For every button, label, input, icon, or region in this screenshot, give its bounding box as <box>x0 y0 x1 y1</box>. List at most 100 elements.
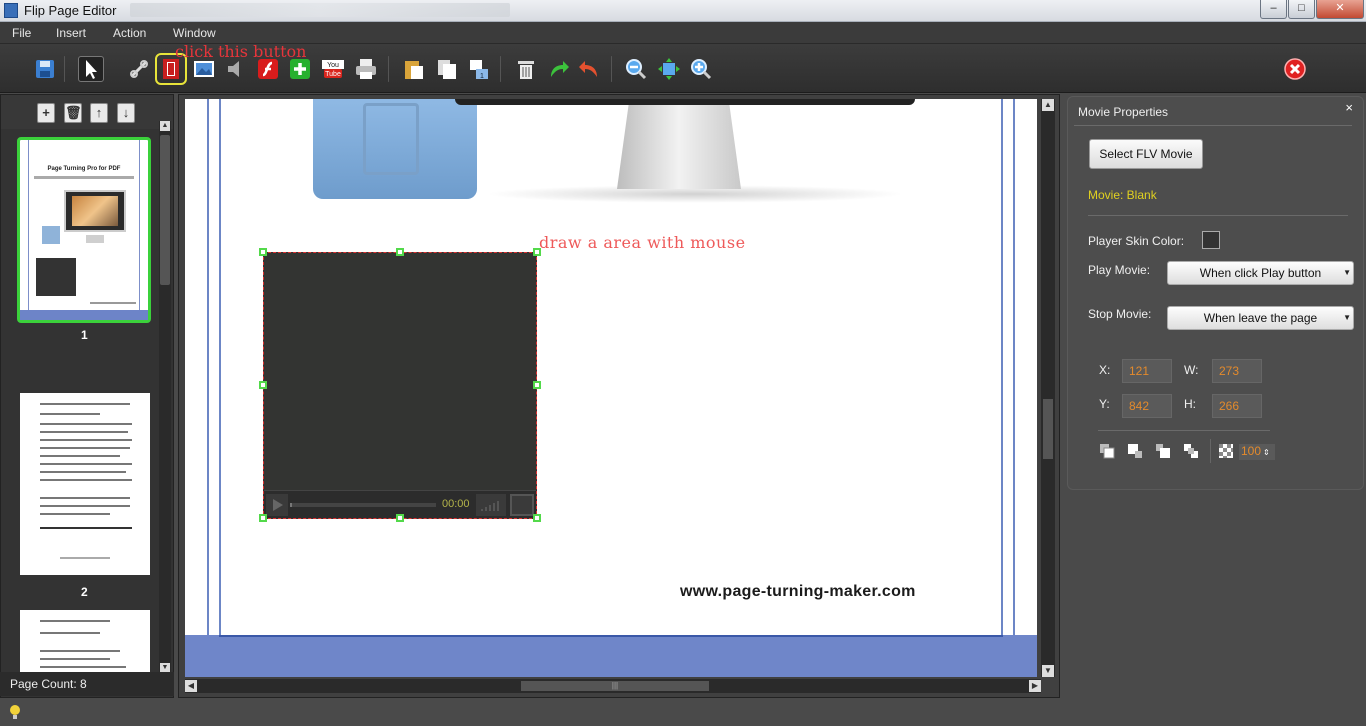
close-panel-icon[interactable]: × <box>1345 100 1353 115</box>
menu-file[interactable]: File <box>12 26 31 40</box>
thumb-text-line <box>40 479 132 481</box>
resize-handle-se[interactable] <box>533 514 541 522</box>
movie-properties-panel: Movie Properties × Select FLV Movie Movi… <box>1067 96 1364 490</box>
thumb-text-line <box>40 620 110 622</box>
movie-name: Movie: Blank <box>1088 188 1157 202</box>
w-field[interactable]: 273 <box>1212 359 1262 383</box>
play-movie-label: Play Movie: <box>1088 263 1151 277</box>
canvas-vertical-scrollbar[interactable]: ▲ ▼ <box>1041 99 1055 677</box>
fullscreen-icon[interactable] <box>510 494 534 516</box>
close-editor-icon[interactable] <box>1283 57 1307 81</box>
thumb-rule <box>40 527 132 529</box>
thumb-adobe-box <box>42 226 60 244</box>
thumb-text-line <box>60 557 110 559</box>
w-label: W: <box>1184 363 1199 377</box>
resize-handle-w[interactable] <box>259 381 267 389</box>
player-skin-color-swatch[interactable] <box>1202 231 1220 249</box>
scroll-up-arrow[interactable]: ▲ <box>1042 99 1054 111</box>
document-icon <box>363 103 419 175</box>
resize-handle-ne[interactable] <box>533 248 541 256</box>
zoom-out-icon[interactable] <box>624 57 648 81</box>
add-page-button[interactable]: + <box>37 103 55 123</box>
thumbnail-scrollbar[interactable]: ▲ ▼ <box>159 121 171 673</box>
scroll-up-arrow[interactable]: ▲ <box>160 121 170 131</box>
adobe-pdf-box-image[interactable] <box>313 99 477 199</box>
page-editor[interactable]: draw a area with mouse 00:00 www.page-tu… <box>185 99 1037 677</box>
menu-action[interactable]: Action <box>113 26 146 40</box>
scroll-right-arrow[interactable]: ▶ <box>1029 680 1041 692</box>
progress-track[interactable] <box>290 503 436 507</box>
send-backward-icon[interactable] <box>1155 443 1171 459</box>
thumbnail-list: Page Turning Pro for PDF 1 2 <box>3 129 159 674</box>
bring-to-front-icon[interactable] <box>1099 443 1115 459</box>
x-field[interactable]: 121 <box>1122 359 1172 383</box>
zoom-in-icon[interactable] <box>689 57 713 81</box>
menu-insert[interactable]: Insert <box>56 26 86 40</box>
scroll-left-arrow[interactable]: ◀ <box>185 680 197 692</box>
resize-handle-n[interactable] <box>396 248 404 256</box>
link-icon[interactable] <box>127 57 151 81</box>
y-label: Y: <box>1099 397 1110 411</box>
movie-player-area[interactable]: 00:00 <box>263 252 537 519</box>
thumb-text-line <box>40 439 132 441</box>
delete-icon[interactable] <box>514 57 538 81</box>
page-rule-right-inner <box>1001 99 1003 637</box>
resize-handle-e[interactable] <box>533 381 541 389</box>
lightbulb-icon[interactable] <box>8 704 22 722</box>
print-icon[interactable] <box>354 57 378 81</box>
minimize-button[interactable]: – <box>1260 0 1287 19</box>
chevron-down-icon: ▼ <box>1343 268 1351 277</box>
stop-movie-label: Stop Movie: <box>1088 307 1152 321</box>
paste-icon[interactable] <box>402 57 426 81</box>
thumb-text-line <box>40 513 110 515</box>
page-thumbnail-3[interactable] <box>20 610 150 674</box>
bring-forward-icon[interactable] <box>1127 443 1143 459</box>
monitor-stand-image[interactable] <box>617 99 741 189</box>
send-to-back-icon[interactable] <box>1183 443 1199 459</box>
page-footer-rule <box>219 635 1003 637</box>
close-window-button[interactable]: ✕ <box>1316 0 1364 19</box>
thumb-text-line <box>40 650 120 652</box>
play-movie-select[interactable]: When click Play button ▼ <box>1167 261 1354 285</box>
move-page-down-button[interactable]: ↓ <box>117 103 135 123</box>
player-skin-color-label: Player Skin Color: <box>1088 234 1185 248</box>
scroll-thumb[interactable] <box>1043 399 1053 459</box>
page-thumbnail-1[interactable]: Page Turning Pro for PDF <box>17 137 151 323</box>
page-thumbnail-panel: + 🗑 ↑ ↓ Page Turning Pro for PDF 1 2 ▲ ▼ <box>0 94 174 698</box>
movie-time: 00:00 <box>442 498 470 510</box>
fit-icon[interactable] <box>657 57 681 81</box>
save-icon[interactable] <box>33 57 57 81</box>
undo-icon[interactable] <box>578 57 602 81</box>
move-page-up-button[interactable]: ↑ <box>90 103 108 123</box>
scroll-thumb[interactable] <box>160 135 170 285</box>
y-field[interactable]: 842 <box>1122 394 1172 418</box>
h-label: H: <box>1184 397 1196 411</box>
opacity-stepper[interactable]: 100 ⇕ <box>1239 444 1275 460</box>
copy-icon[interactable] <box>435 57 459 81</box>
stepper-arrows-icon[interactable]: ⇕ <box>1263 448 1270 457</box>
h-field[interactable]: 266 <box>1212 394 1262 418</box>
resize-handle-nw[interactable] <box>259 248 267 256</box>
volume-icon[interactable] <box>476 494 506 516</box>
page-rule-left-inner <box>219 99 221 637</box>
delete-page-button[interactable]: 🗑 <box>64 103 82 123</box>
select-arrow-icon[interactable] <box>78 56 104 82</box>
stop-movie-select[interactable]: When leave the page ▼ <box>1167 306 1354 330</box>
menu-window[interactable]: Window <box>173 26 216 40</box>
thumb-text-line <box>40 471 126 473</box>
play-icon[interactable] <box>266 494 288 516</box>
page-thumbnail-2[interactable] <box>20 393 150 575</box>
canvas-horizontal-scrollbar[interactable]: ◀ ||| ▶ <box>185 679 1041 693</box>
resize-handle-s[interactable] <box>396 514 404 522</box>
redo-icon[interactable] <box>546 57 570 81</box>
play-movie-value: When click Play button <box>1199 266 1322 280</box>
scroll-down-arrow[interactable]: ▼ <box>1042 665 1054 677</box>
scroll-thumb[interactable]: ||| <box>521 681 709 691</box>
page-icon[interactable]: 1 <box>467 57 491 81</box>
resize-handle-sw[interactable] <box>259 514 267 522</box>
maximize-button[interactable]: □ <box>1288 0 1315 19</box>
select-flv-movie-button[interactable]: Select FLV Movie <box>1089 139 1203 169</box>
youtube-icon[interactable]: You Tube <box>321 57 345 81</box>
thumb-text-line <box>40 455 120 457</box>
thumb-footer <box>20 310 148 320</box>
